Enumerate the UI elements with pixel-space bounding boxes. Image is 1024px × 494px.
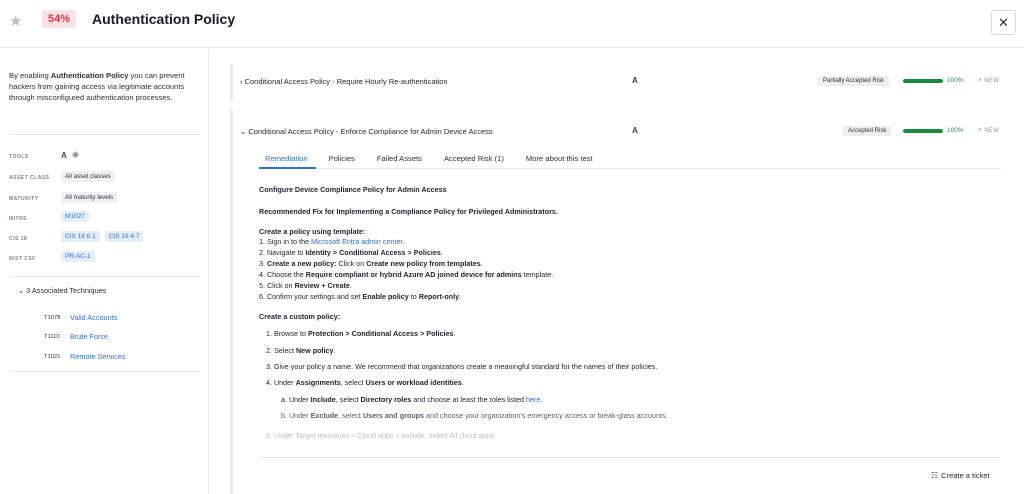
progress-text: 100%: [947, 127, 964, 134]
custom-substep: a. Under Include, select Directory roles…: [281, 395, 543, 404]
template-heading: Create a policy using template:: [259, 227, 366, 236]
tab-accepted-risk[interactable]: Accepted Risk (1): [444, 148, 504, 169]
policy-card-title[interactable]: › Conditional Access Policy - Require Ho…: [240, 77, 448, 86]
custom-step: 4. Under Assignments, select Users or wo…: [266, 378, 464, 387]
nist-label: NIST CSF: [9, 256, 36, 262]
close-icon: ✕: [998, 15, 1009, 30]
remediation-heading: Configure Device Compliance Policy for A…: [259, 185, 447, 194]
mitre-label: MITRE: [9, 216, 28, 222]
create-ticket-button[interactable]: ☷ Create a ticket: [931, 471, 990, 480]
star-icon[interactable]: ★: [9, 12, 22, 30]
associated-techniques-toggle[interactable]: ⌄ 3 Associated Techniques: [18, 286, 106, 295]
maturity-chip: All maturity levels: [61, 192, 118, 203]
fix-heading: Recommended Fix for Implementing a Compl…: [259, 207, 558, 216]
template-step: 1. Sign in to the Microsoft Entra admin …: [259, 237, 405, 246]
template-step: 6. Confirm your settings and set Enable …: [259, 292, 462, 301]
cis-label: CIS 18: [9, 236, 28, 242]
custom-step: 1. Browse to Protection > Conditional Ac…: [266, 329, 456, 338]
asset-class-label: ASSET CLASS: [9, 175, 50, 181]
cis-chip[interactable]: CIS 18 6.1: [61, 231, 100, 242]
policy-card-collapsed[interactable]: › Conditional Access Policy - Require Ho…: [230, 64, 1015, 101]
sidebar-divider: [9, 371, 200, 372]
new-trend-label: ↗ NEW: [977, 78, 1000, 84]
technique-link[interactable]: Valid Accounts: [70, 313, 117, 322]
template-step: 2. Navigate to Identity > Conditional Ac…: [259, 248, 443, 257]
custom-step-faded: 5. Under Target resources > Cloud apps >…: [266, 431, 497, 440]
azure-ad-icon: A: [632, 126, 638, 135]
sidebar: By enabling Authentication Policy you ca…: [0, 49, 209, 494]
gear-icon: ✺: [71, 150, 80, 160]
score-badge: 54%: [42, 10, 76, 28]
tab-policies[interactable]: Policies: [329, 148, 355, 169]
tab-remediation[interactable]: Remediation: [259, 148, 316, 169]
custom-heading: Create a custom policy:: [259, 312, 341, 321]
main-panel: › Conditional Access Policy - Require Ho…: [210, 49, 1024, 494]
roles-here-link[interactable]: here: [526, 395, 540, 404]
page-title: Authentication Policy: [92, 11, 236, 27]
policy-card-title[interactable]: ⌄ Conditional Access Policy - Enforce Co…: [240, 127, 493, 136]
mitre-chip[interactable]: M1027: [61, 211, 89, 222]
status-badge: Accepted Risk: [843, 126, 892, 136]
nist-chip[interactable]: PR.AC-1: [61, 251, 95, 262]
header: ★ 54% Authentication Policy ✕: [0, 0, 1024, 48]
create-ticket-label: Create a ticket: [941, 471, 990, 480]
custom-step: 3. Give your policy a name. We recommend…: [266, 362, 658, 371]
template-step: 5. Click on Review + Create.: [259, 281, 352, 290]
technique-item: T1078 Valid Accounts: [44, 313, 117, 322]
progress-fill: [903, 129, 943, 133]
technique-item: T1021 Remote Services: [44, 352, 126, 361]
technique-link[interactable]: Remote Services: [70, 352, 126, 361]
custom-substep: b. Under Exclude, select Users and group…: [281, 411, 668, 420]
policy-description: By enabling Authentication Policy you ca…: [9, 71, 185, 102]
sidebar-divider: [9, 134, 200, 135]
policy-card-expanded: ⌄ Conditional Access Policy - Enforce Co…: [230, 109, 1015, 494]
progress-fill: [903, 79, 943, 83]
technique-item: T1110 Brute Force: [44, 332, 108, 341]
asset-class-chip: All asset classes: [61, 171, 115, 182]
technique-id: T1078: [44, 314, 61, 321]
progress-bar: [903, 129, 943, 133]
technique-link[interactable]: Brute Force: [70, 332, 108, 341]
progress-bar: [903, 79, 943, 83]
azure-ad-icon: A: [632, 76, 638, 85]
tools-label: TOOLS: [9, 154, 29, 160]
close-button[interactable]: ✕: [991, 10, 1016, 35]
new-trend-label: ↗ NEW: [977, 128, 1000, 134]
cis-chip[interactable]: CIS 18 4.7: [104, 231, 144, 242]
technique-id: T1110: [44, 333, 60, 340]
custom-step: 2. Select New policy.: [266, 346, 336, 355]
tab-more-about-test[interactable]: More about this test: [526, 148, 593, 169]
template-step: 3. Create a new policy: Click on Create …: [259, 259, 483, 268]
content-divider: [259, 457, 1001, 458]
status-badge: Partially Accepted Risk: [818, 76, 890, 86]
progress-text: 100%: [947, 77, 964, 84]
azure-ad-icon: A: [61, 151, 67, 160]
sidebar-divider: [9, 276, 200, 277]
technique-id: T1021: [44, 353, 61, 360]
tab-failed-assets[interactable]: Failed Assets: [377, 148, 422, 169]
entra-admin-link[interactable]: Microsoft Entra admin center: [311, 237, 402, 246]
tab-bar: Remediation Policies Failed Assets Accep…: [259, 148, 1001, 169]
template-step: 4. Choose the Require compliant or hybri…: [259, 270, 554, 279]
ticket-icon: ☷: [931, 471, 939, 480]
tools-row: A ✺: [61, 150, 79, 161]
maturity-label: MATURITY: [9, 196, 39, 202]
